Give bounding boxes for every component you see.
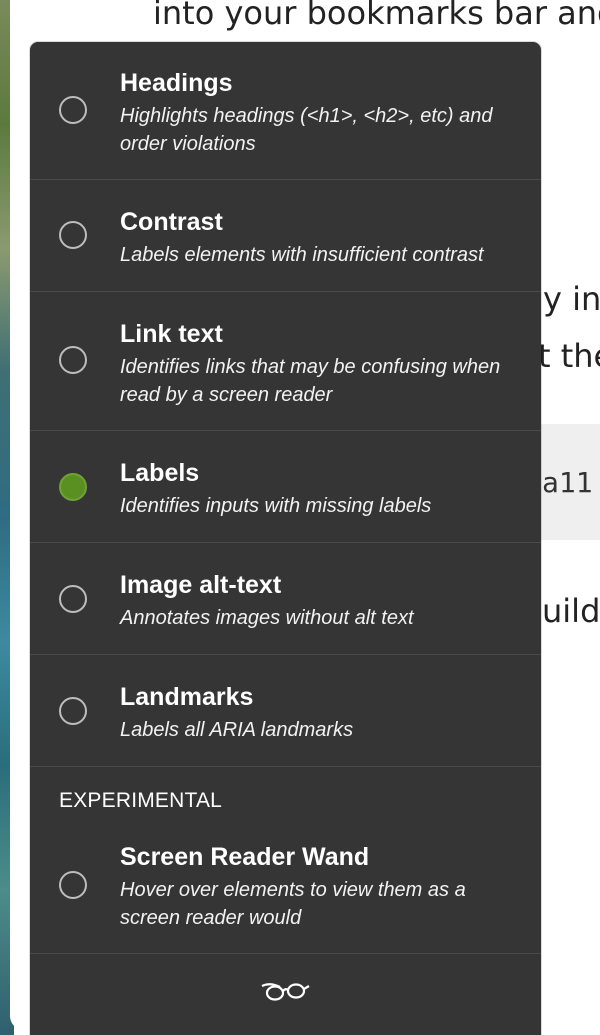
option-description: Identifies links that may be confusing w… <box>120 356 501 406</box>
radio-icon[interactable] <box>59 221 87 249</box>
radio-icon[interactable] <box>59 871 87 899</box>
option-title: Screen Reader Wand <box>120 843 370 871</box>
background-text-fragment: t the <box>538 337 600 375</box>
glasses-icon[interactable] <box>260 978 310 1004</box>
option-screen-reader-wand[interactable]: Screen Reader Wand Hover over elements t… <box>30 829 541 954</box>
experimental-section: EXPERIMENTAL Screen Reader Wand Hover ov… <box>30 767 541 954</box>
background-code-text: a11 <box>542 466 593 499</box>
option-contrast[interactable]: Contrast Labels elements with insufficie… <box>30 180 541 292</box>
option-description: Labels all ARIA landmarks <box>120 719 354 741</box>
accessibility-tools-panel: Headings Highlights headings (<h1>, <h2>… <box>30 42 541 1035</box>
option-description: Labels elements with insufficient contra… <box>120 244 484 266</box>
background-text-fragment: y in <box>543 280 600 318</box>
option-title: Labels <box>120 459 200 487</box>
option-description: Hover over elements to view them as a sc… <box>120 879 466 929</box>
radio-icon[interactable] <box>59 346 87 374</box>
option-description: Highlights headings (<h1>, <h2>, etc) an… <box>120 105 493 155</box>
section-heading: EXPERIMENTAL <box>59 789 223 812</box>
radio-icon[interactable] <box>59 585 87 613</box>
radio-icon[interactable] <box>59 697 87 725</box>
option-description: Identifies inputs with missing labels <box>120 495 432 517</box>
panel-footer <box>30 954 541 1035</box>
option-labels[interactable]: Labels Identifies inputs with missing la… <box>30 431 541 543</box>
radio-icon[interactable] <box>59 96 87 124</box>
option-title: Contrast <box>120 208 223 236</box>
option-title: Landmarks <box>120 683 254 711</box>
option-image-alt-text[interactable]: Image alt-text Annotates images without … <box>30 543 541 655</box>
background-text-line: into your bookmarks bar and <box>153 0 600 32</box>
option-landmarks[interactable]: Landmarks Labels all ARIA landmarks <box>30 655 541 767</box>
option-link-text[interactable]: Link text Identifies links that may be c… <box>30 292 541 431</box>
background-text-fragment: uild t <box>542 592 600 630</box>
option-title: Link text <box>120 320 223 348</box>
option-description: Annotates images without alt text <box>120 607 414 629</box>
option-headings[interactable]: Headings Highlights headings (<h1>, <h2>… <box>30 42 541 180</box>
option-title: Headings <box>120 69 233 97</box>
radio-icon[interactable] <box>59 473 87 501</box>
option-title: Image alt-text <box>120 571 282 599</box>
